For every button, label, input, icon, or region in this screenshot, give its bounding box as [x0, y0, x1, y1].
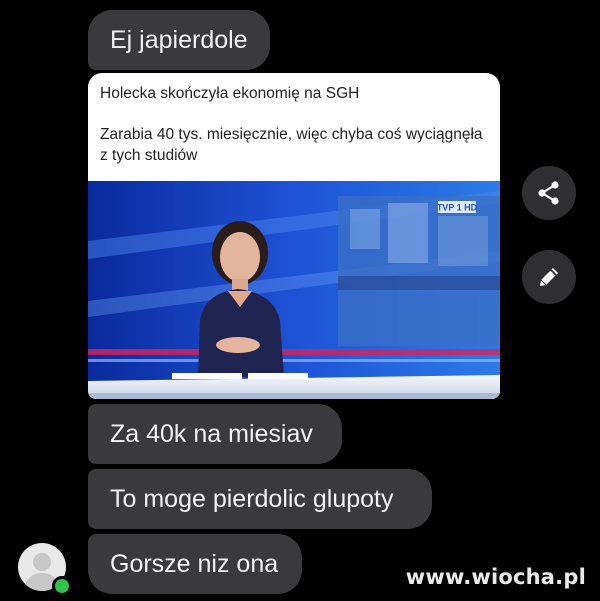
- pencil-icon: [540, 268, 558, 286]
- tv-channel-badge: TVP 1 HD: [437, 203, 478, 213]
- watermark: www.wiocha.pl: [405, 565, 586, 589]
- message-bubble[interactable]: Za 40k na miesiav: [88, 404, 342, 464]
- shared-post-card[interactable]: Holecka skończyła ekonomię na SGH Zarabi…: [88, 73, 500, 399]
- edit-button[interactable]: [522, 250, 576, 304]
- message-text: Za 40k na miesiav: [110, 419, 313, 448]
- shared-post-line-2: Zarabia 40 tys. miesięcznie, więc chyba …: [100, 126, 483, 164]
- message-text: Gorsze niz ona: [110, 549, 279, 578]
- message-bubble[interactable]: To moge pierdolic glupoty: [88, 469, 432, 529]
- news-studio-photo: TVP 1 HD: [88, 181, 500, 399]
- message-bubble[interactable]: Gorsze niz ona: [88, 534, 302, 594]
- shared-post-line-1: Holecka skończyła ekonomię na SGH: [100, 85, 360, 102]
- online-status-dot: [52, 576, 72, 596]
- message-bubble[interactable]: Ej japierdole: [88, 10, 270, 70]
- share-icon: [538, 181, 559, 205]
- message-text: To moge pierdolic glupoty: [110, 484, 394, 513]
- share-button[interactable]: [522, 166, 576, 220]
- shared-post-text: Holecka skończyła ekonomię na SGH Zarabi…: [88, 73, 500, 166]
- message-text: Ej japierdole: [110, 25, 248, 54]
